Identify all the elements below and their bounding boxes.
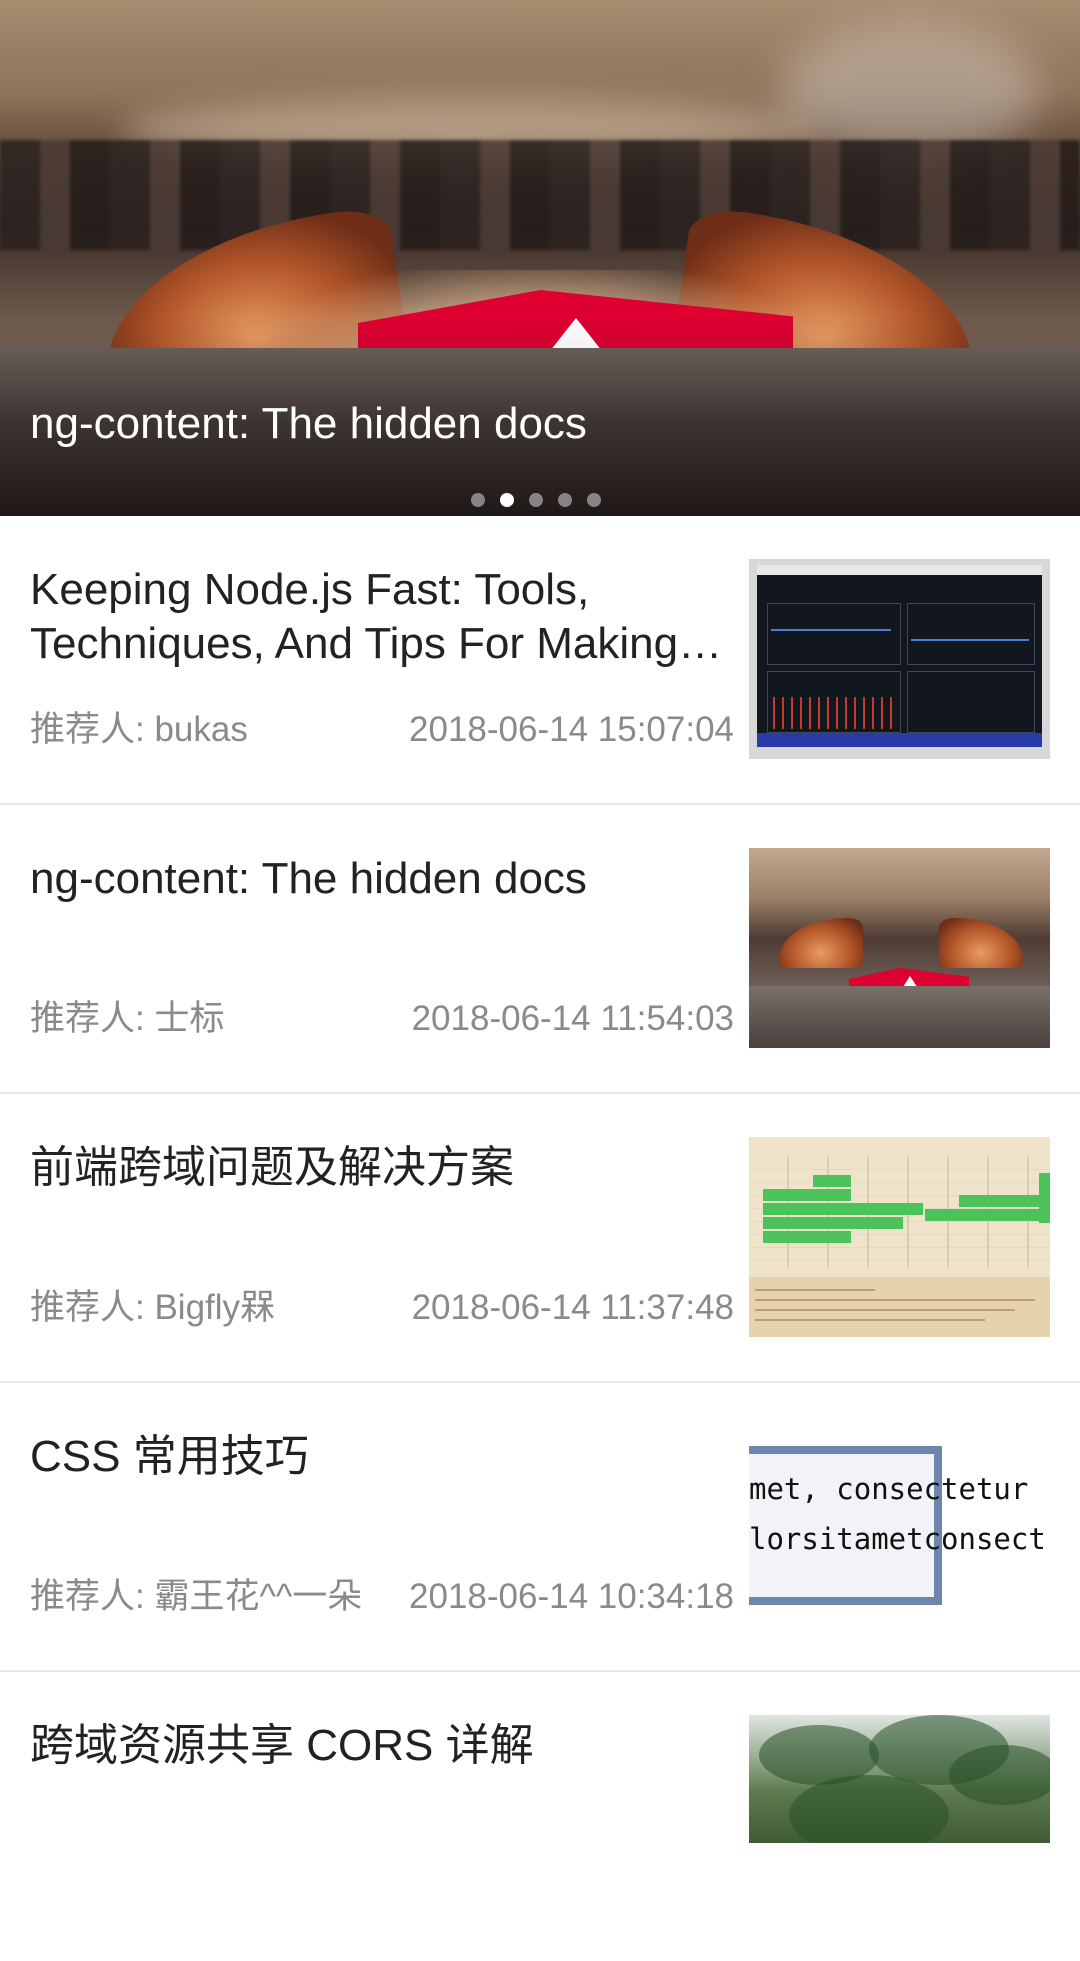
thumb-chart-panel [907, 671, 1035, 733]
carousel-indicator [471, 493, 601, 507]
carousel-dot-active[interactable] [500, 493, 514, 507]
article-title[interactable]: Keeping Node.js Fast: Tools, Techniques,… [30, 563, 740, 671]
banner-image-basket [0, 140, 1080, 250]
article-title[interactable]: CSS 常用技巧 [30, 1430, 740, 1484]
thumb-console-line [755, 1319, 985, 1321]
thumb-console-line [755, 1289, 875, 1291]
banner-title[interactable]: ng-content: The hidden docs [30, 398, 587, 450]
banner-carousel[interactable]: ng-content: The hidden docs [0, 0, 1080, 516]
article-timestamp: 2018-06-14 15:07:04 [409, 710, 734, 749]
article-item[interactable]: 前端跨域问题及解决方案 推荐人: Bigfly槑 2018-06-14 11:3… [0, 1094, 1080, 1383]
thumb-palm-frond [949, 1745, 1050, 1805]
thumb-status-bar [757, 733, 1042, 747]
article-timestamp: 2018-06-14 11:54:03 [411, 999, 734, 1038]
thumb-console-line [755, 1309, 1015, 1311]
thumb-cat-ear-left [779, 918, 863, 968]
thumb-console-line [755, 1299, 1035, 1301]
thumb-ledge [749, 986, 1050, 1048]
article-recommender: 推荐人: bukas [30, 710, 248, 749]
article-item[interactable]: 跨域资源共享 CORS 详解 [0, 1672, 1080, 1961]
thumb-green-cell [813, 1175, 851, 1187]
thumb-chart-line [771, 629, 891, 631]
article-timestamp: 2018-06-14 11:37:48 [411, 1288, 734, 1327]
thumb-chart-panel [907, 603, 1035, 665]
article-title[interactable]: 跨域资源共享 CORS 详解 [30, 1719, 740, 1773]
article-item[interactable]: ng-content: The hidden docs 推荐人: 士标 2018… [0, 805, 1080, 1094]
article-thumbnail[interactable] [749, 848, 1050, 1048]
carousel-dot[interactable] [558, 493, 572, 507]
article-timestamp: 2018-06-14 10:34:18 [409, 1577, 734, 1616]
thumb-green-cell [763, 1231, 851, 1243]
thumb-green-cell [925, 1209, 1043, 1221]
thumb-green-cell [763, 1189, 851, 1201]
thumb-chart-line [911, 639, 1029, 641]
article-recommender: 推荐人: 霸王花^^一朵 [30, 1577, 363, 1616]
article-item[interactable]: Keeping Node.js Fast: Tools, Techniques,… [0, 516, 1080, 805]
article-recommender: 推荐人: 士标 [30, 999, 225, 1038]
article-thumbnail[interactable] [749, 559, 1050, 759]
article-thumbnail[interactable]: met, consectetur lorsitametconsect [749, 1426, 1050, 1626]
article-item[interactable]: CSS 常用技巧 推荐人: 霸王花^^一朵 2018-06-14 10:34:1… [0, 1383, 1080, 1672]
article-title[interactable]: ng-content: The hidden docs [30, 852, 740, 906]
thumb-code-line: lorsitametconsect [749, 1522, 1046, 1556]
article-thumbnail[interactable] [749, 1137, 1050, 1337]
carousel-dot[interactable] [529, 493, 543, 507]
article-thumbnail[interactable] [749, 1715, 1050, 1843]
thumb-code-line: met, consectetur [749, 1472, 1029, 1506]
banner-image-background [780, 20, 1040, 160]
thumb-chart-bars [773, 697, 893, 729]
thumb-green-cell [959, 1195, 1043, 1207]
article-title[interactable]: 前端跨域问题及解决方案 [30, 1141, 740, 1195]
thumb-cat-ear-right [939, 918, 1023, 968]
thumb-green-cell [1039, 1173, 1050, 1223]
thumb-green-cell [763, 1217, 903, 1229]
thumb-chart-panel [767, 603, 901, 665]
carousel-dot[interactable] [471, 493, 485, 507]
thumb-console-footer [749, 1277, 1050, 1337]
thumb-green-cell [763, 1203, 923, 1215]
carousel-dot[interactable] [587, 493, 601, 507]
article-recommender: 推荐人: Bigfly槑 [30, 1288, 276, 1327]
thumb-palm-frond [789, 1775, 949, 1843]
